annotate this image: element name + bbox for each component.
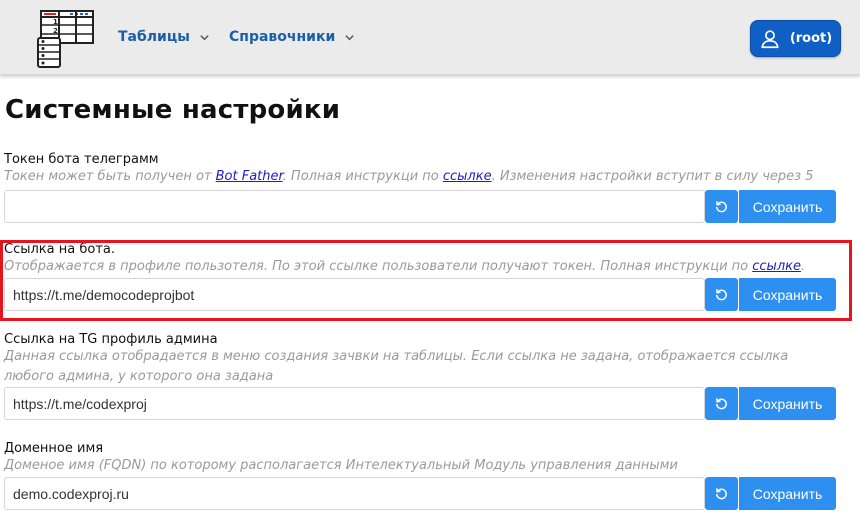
setting-bot-token: Токен бота телеграмм Токен может быть по… (4, 152, 842, 223)
save-button[interactable]: Сохранить (738, 190, 836, 223)
highlight-box (0, 240, 852, 321)
setting-hint: Доменое имя (FQDN) по которому располага… (4, 458, 678, 473)
bot-token-input[interactable] (4, 190, 705, 223)
setting-label: Токен бота телеграмм (4, 152, 159, 167)
nav-tables-label: Таблицы (118, 29, 190, 45)
save-button[interactable]: Сохранить (738, 477, 836, 510)
nav-tables[interactable]: Таблицы (118, 29, 210, 45)
svg-text:1: 1 (53, 18, 58, 26)
undo-icon (716, 488, 727, 500)
admin-tg-link-input[interactable] (4, 387, 705, 420)
nav-directories-label: Справочники (229, 29, 336, 45)
domain-name-input[interactable] (4, 477, 705, 510)
hint-text: . Полная инструкци по (282, 169, 443, 184)
setting-row: Сохранить (4, 387, 836, 420)
setting-row: Сохранить (4, 190, 836, 223)
page-title: Системные настройки (5, 95, 341, 125)
setting-label: Доменное имя (4, 441, 104, 456)
bot-father-link[interactable]: Bot Father (216, 169, 283, 184)
undo-icon (716, 201, 727, 213)
chevron-down-icon (200, 34, 209, 40)
reset-button[interactable] (705, 477, 738, 510)
setting-hint: Данная ссылка отобрадается в меню создан… (4, 349, 789, 384)
reset-button[interactable] (705, 190, 738, 223)
setting-label: Ссылка на TG профиль админа (4, 332, 218, 347)
header: 1 2 Таблицы Справочники (root) (0, 0, 860, 75)
instruction-link[interactable]: ссылке (443, 169, 492, 184)
hint-text: Токен может быть получен от (4, 169, 216, 184)
user-label: (root) (789, 31, 833, 46)
setting-domain-name: Доменное имя Доменое имя (FQDN) по котор… (4, 441, 842, 510)
setting-admin-tg-link: Ссылка на TG профиль админа Данная ссылк… (4, 332, 842, 420)
save-button[interactable]: Сохранить (738, 387, 836, 420)
setting-row: Сохранить (4, 477, 836, 510)
svg-text:2: 2 (53, 27, 58, 35)
undo-icon (716, 398, 727, 410)
app-logo-icon[interactable]: 1 2 (36, 8, 98, 70)
user-menu-button[interactable]: (root) (750, 20, 841, 57)
chevron-down-icon (345, 34, 354, 40)
nav-directories[interactable]: Справочники (229, 29, 355, 45)
user-icon (761, 29, 779, 48)
reset-button[interactable] (705, 387, 738, 420)
